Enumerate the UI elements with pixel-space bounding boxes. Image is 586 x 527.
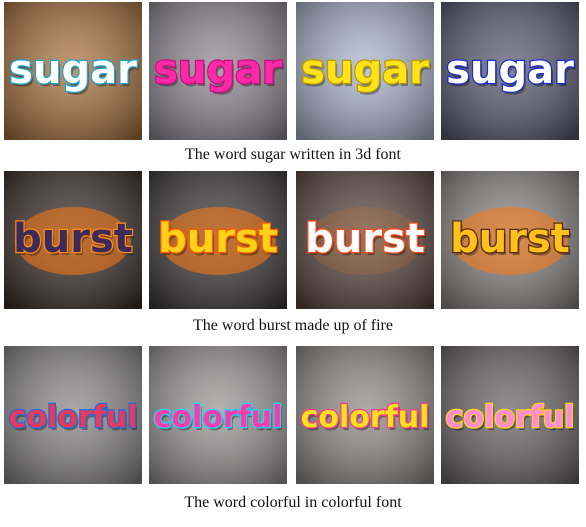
image-tile: sugar sugar — [149, 2, 287, 140]
tile-artwork: burstburst — [296, 171, 434, 309]
row-caption: The word sugar written in 3d font — [185, 146, 401, 163]
image-tile: sugar sugar — [4, 2, 142, 140]
image-tile: burst burst — [4, 171, 142, 309]
tile-artwork: colorfulcolorful — [441, 346, 579, 484]
row-caption: The word colorful in colorful font — [184, 494, 402, 511]
tile-word: burst — [158, 216, 278, 262]
image-tile: colorful colorful — [4, 346, 142, 484]
tile-word: burst — [305, 216, 425, 262]
tile-artwork: burstburst — [441, 171, 579, 309]
tile-word: burst — [13, 216, 133, 262]
row-caption: The word burst made up of fire — [193, 317, 393, 334]
image-tile: burst burst — [441, 171, 579, 309]
image-tile: burst burst — [149, 171, 287, 309]
tile-artwork: colorfulcolorful — [149, 346, 287, 484]
tile-artwork: burstburst — [4, 171, 142, 309]
image-tile: colorful colorful — [149, 346, 287, 484]
tile-artwork: sugarsugar — [4, 2, 142, 140]
tile-artwork: sugarsugar — [441, 2, 579, 140]
tile-artwork: colorfulcolorful — [296, 346, 434, 484]
tile-artwork: sugarsugar — [149, 2, 287, 140]
tile-word: sugar — [154, 47, 282, 93]
tile-word: sugar — [9, 47, 137, 93]
image-tile: sugar sugar — [441, 2, 579, 140]
tile-word: sugar — [446, 47, 574, 93]
image-tile: sugar sugar — [296, 2, 434, 140]
tile-artwork: sugarsugar — [296, 2, 434, 140]
image-tile: burst burst — [296, 171, 434, 309]
image-grid: sugar sugar sugar sugar sugar sugar sugar su… — [0, 0, 586, 527]
tile-word: sugar — [301, 47, 429, 93]
tile-word: colorful — [301, 400, 430, 435]
tile-word: colorful — [446, 400, 575, 435]
tile-word: burst — [450, 216, 570, 262]
image-tile: colorful colorful — [296, 346, 434, 484]
tile-artwork: colorfulcolorful — [4, 346, 142, 484]
image-tile: colorful colorful — [441, 346, 579, 484]
tile-word: colorful — [154, 400, 283, 435]
tile-artwork: burstburst — [149, 171, 287, 309]
tile-word: colorful — [9, 400, 138, 435]
